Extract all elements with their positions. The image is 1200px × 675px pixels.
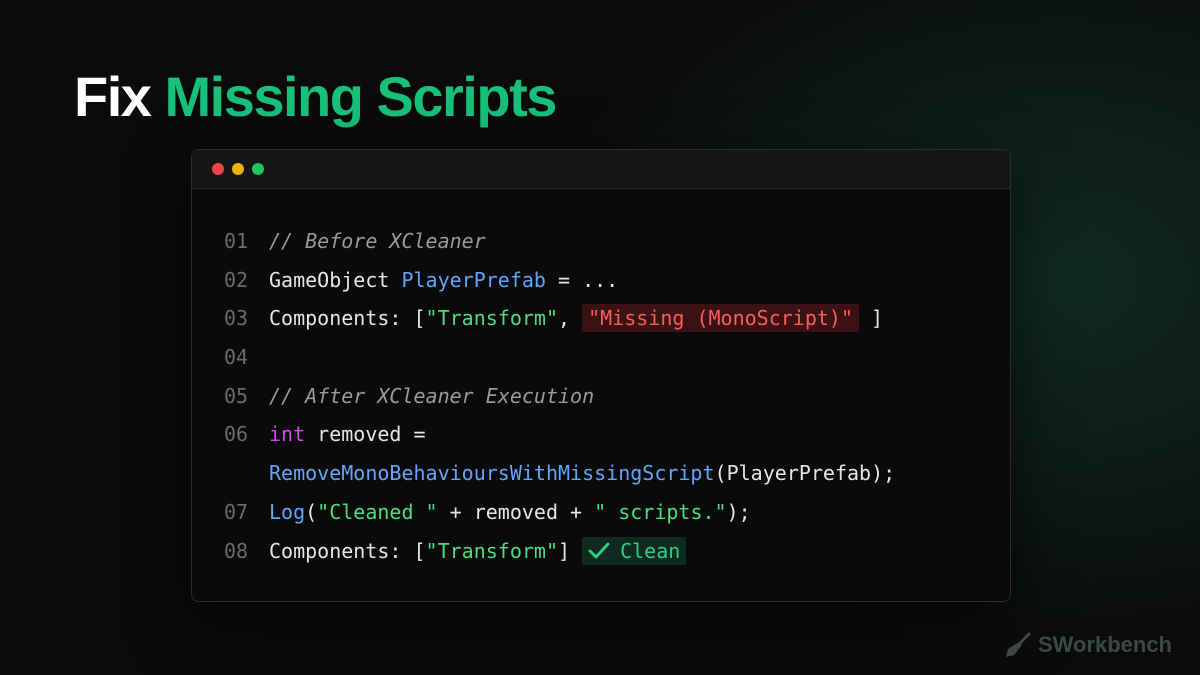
brand-name: SWorkbench	[1037, 632, 1172, 657]
code-line-06-continued: RemoveMonoBehavioursWithMissingScript(Pl…	[224, 454, 895, 493]
code-string: " scripts."	[594, 499, 727, 524]
brand-logo: SWorkbench	[1004, 628, 1172, 662]
close-dot[interactable]	[212, 163, 224, 175]
line-number: 06	[224, 422, 249, 447]
code-line-04: 04	[224, 338, 895, 377]
code-text: removed =	[305, 422, 426, 447]
code-line-03: 03 Components: ["Transform", "Missing (Mo…	[224, 299, 895, 338]
code-function: RemoveMonoBehavioursWithMissingScript	[269, 461, 715, 486]
line-number: 01	[224, 229, 249, 253]
broom-icon	[1005, 632, 1031, 657]
code-function: Log	[269, 499, 306, 524]
code-type: GameObject	[269, 267, 390, 292]
clean-status-badge: Clean	[582, 536, 687, 565]
code-line-08: 08 Components: ["Transform"] Clean	[224, 532, 895, 571]
minimize-dot[interactable]	[232, 163, 244, 175]
code-text: Components: [	[269, 306, 426, 331]
page-title: Fix Missing Scripts	[74, 62, 557, 132]
line-number: 02	[224, 267, 249, 292]
code-string: "Transform"	[425, 306, 558, 331]
window-titlebar	[192, 150, 1010, 189]
code-text: (	[305, 499, 318, 524]
code-line-05: 05 // After XCleaner Execution	[224, 377, 895, 416]
code-comment: // Before XCleaner	[269, 229, 486, 253]
code-comment: // After XCleaner Execution	[269, 383, 595, 408]
code-line-06: 06 int removed =	[224, 415, 895, 454]
check-icon	[588, 542, 610, 558]
code-keyword: int	[269, 422, 306, 447]
code-text: ]	[558, 538, 583, 563]
code-text: ,	[558, 306, 583, 331]
code-text: = ...	[545, 267, 619, 292]
code-line-07: 07 Log("Cleaned " + removed + " scripts."…	[224, 493, 895, 532]
line-number: 05	[224, 383, 249, 408]
line-number: 04	[224, 345, 249, 370]
code-line-02: 02 GameObject PlayerPrefab = ...	[224, 261, 895, 300]
line-number: 03	[224, 306, 249, 331]
code-block: 01 // Before XCleaner 02 GameObject Player…	[224, 222, 895, 570]
clean-label: Clean	[620, 538, 681, 563]
maximize-dot[interactable]	[252, 163, 264, 175]
title-missing-scripts: Missing Scripts	[164, 65, 557, 128]
code-string: "Cleaned "	[317, 499, 438, 524]
missing-script-error-badge: "Missing (MonoScript)"	[582, 304, 859, 333]
line-number: 07	[224, 499, 249, 524]
code-text: Components: [	[269, 538, 426, 563]
code-window: 01 // Before XCleaner 02 GameObject Player…	[191, 149, 1011, 602]
code-text: + removed +	[437, 499, 595, 524]
code-string: "Transform"	[425, 538, 558, 563]
line-number: 08	[224, 538, 249, 563]
code-text: );	[726, 499, 751, 524]
title-fix: Fix	[74, 65, 152, 128]
code-variable: PlayerPrefab	[401, 267, 546, 292]
code-text: ]	[859, 306, 884, 331]
code-text: (PlayerPrefab);	[714, 461, 896, 486]
code-line-01: 01 // Before XCleaner	[224, 222, 895, 261]
